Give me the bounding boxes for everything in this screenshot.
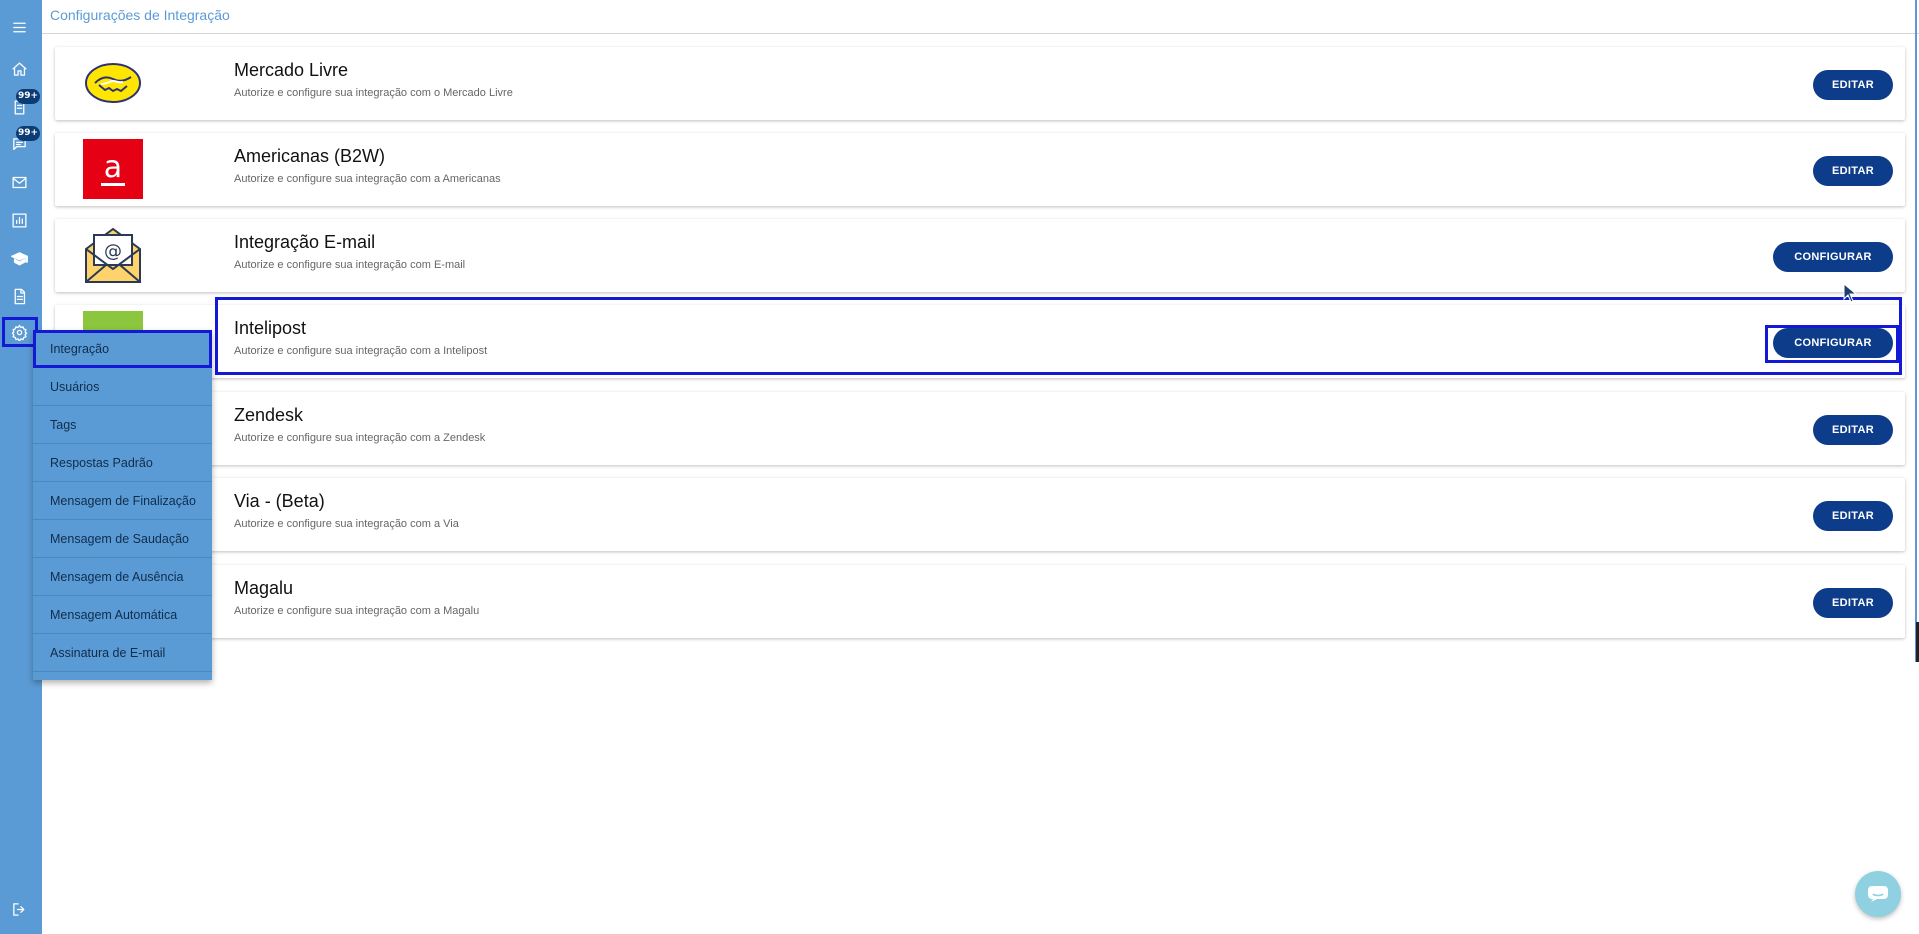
americanas-logo: a (83, 139, 143, 199)
chat-badge: 99+ (16, 126, 40, 141)
integration-card-via: Via - (Beta) Autorize e configure sua in… (55, 478, 1905, 551)
integration-card-zendesk: Zendesk Autorize e configure sua integra… (55, 392, 1905, 465)
edit-button[interactable]: EDITAR (1813, 501, 1893, 531)
training-icon[interactable] (7, 246, 31, 270)
hamburger-menu-icon[interactable] (7, 15, 31, 39)
menu-item-respostas-padrao[interactable]: Respostas Padrão (33, 444, 212, 482)
chat-support-button[interactable] (1855, 871, 1901, 917)
integration-title: Via - (Beta) (234, 491, 325, 511)
svg-text:@: @ (104, 241, 122, 262)
mail-icon[interactable] (7, 170, 31, 194)
integration-title: Zendesk (234, 405, 304, 425)
svg-text:a: a (104, 150, 122, 185)
menu-item-integracao[interactable]: Integração (33, 330, 212, 368)
integration-title: Integração E-mail (234, 232, 376, 252)
integration-title: Mercado Livre (234, 60, 349, 80)
menu-item-mensagem-ausencia[interactable]: Mensagem de Ausência (33, 558, 212, 596)
configure-button-highlight (1765, 325, 1899, 363)
document-icon[interactable] (7, 284, 31, 308)
menu-item-assinatura-email[interactable]: Assinatura de E-mail (33, 634, 212, 672)
header-divider (42, 33, 1919, 34)
home-icon[interactable] (7, 57, 31, 81)
integration-title: Magalu (234, 578, 294, 598)
integration-subtitle: Autorize e configure sua integração com … (234, 432, 486, 444)
integration-card-mercado-livre: Mercado Livre Autorize e configure sua i… (55, 47, 1905, 120)
mercado-livre-logo (83, 53, 143, 113)
menu-item-usuarios[interactable]: Usuários (33, 368, 212, 406)
integration-subtitle: Autorize e configure sua integração com … (234, 518, 459, 530)
chat-bubble-icon (1868, 886, 1888, 902)
configure-button[interactable]: CONFIGURAR (1773, 242, 1893, 272)
integration-card-magalu: Magalu Autorize e configure sua integraç… (55, 565, 1905, 638)
reports-icon[interactable] (7, 208, 31, 232)
email-envelope-logo: @ (83, 225, 143, 285)
settings-menu: Integração Usuários Tags Respostas Padrã… (33, 330, 212, 680)
integration-subtitle: Autorize e configure sua integração com … (234, 173, 501, 185)
edit-button[interactable]: EDITAR (1813, 415, 1893, 445)
edit-button[interactable]: EDITAR (1813, 70, 1893, 100)
menu-item-mensagem-automatica[interactable]: Mensagem Automática (33, 596, 212, 634)
intelipost-card-highlight (215, 297, 1902, 375)
logout-icon[interactable] (7, 897, 31, 921)
menu-item-mensagem-finalizacao[interactable]: Mensagem de Finalização (33, 482, 212, 520)
menu-item-mensagem-saudacao[interactable]: Mensagem de Saudação (33, 520, 212, 558)
integration-subtitle: Autorize e configure sua integração com … (234, 87, 513, 99)
mouse-cursor-icon (1843, 282, 1859, 308)
edit-button[interactable]: EDITAR (1813, 588, 1893, 618)
integration-card-americanas: a Americanas (B2W) Autorize e configure … (55, 133, 1905, 206)
edit-button[interactable]: EDITAR (1813, 156, 1893, 186)
right-edge-bar (1915, 0, 1917, 662)
menu-item-tags[interactable]: Tags (33, 406, 212, 444)
integration-title: Americanas (B2W) (234, 146, 386, 166)
page-title: Configurações de Integração (50, 7, 230, 23)
integration-subtitle: Autorize e configure sua integração com … (234, 259, 466, 271)
integration-subtitle: Autorize e configure sua integração com … (234, 605, 480, 617)
tickets-badge: 99+ (16, 89, 40, 104)
integration-card-email: @ Integração E-mail Autorize e configure… (55, 219, 1905, 292)
